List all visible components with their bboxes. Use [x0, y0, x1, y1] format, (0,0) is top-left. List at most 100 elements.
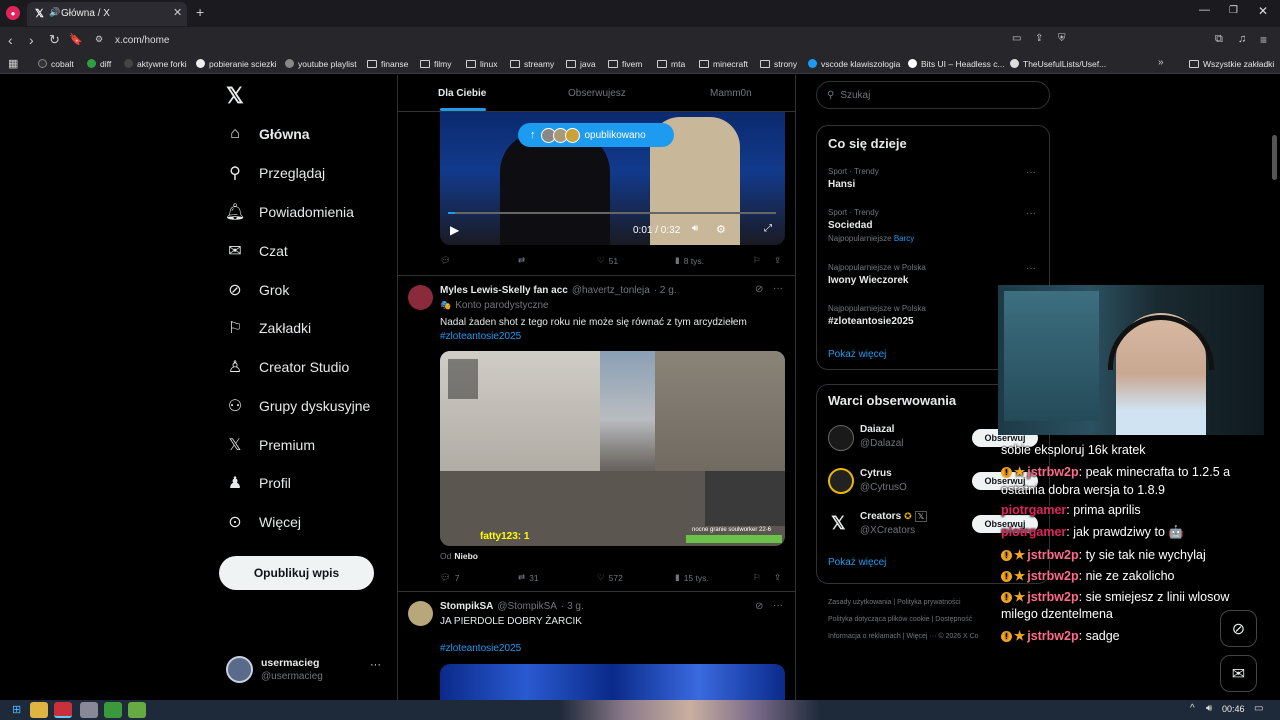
bookmark-page-icon[interactable]: 🔖 — [69, 33, 83, 46]
reload-icon[interactable]: ↻ — [49, 32, 60, 48]
bookmark-cobalt[interactable]: cobalt — [38, 56, 74, 71]
fullscreen-icon[interactable]: ⤢ — [764, 223, 772, 234]
nav-bookmarks[interactable]: ⚐ Zakładki — [225, 313, 311, 343]
bookmark-button[interactable]: ⚐ — [753, 572, 761, 583]
tweet-time[interactable]: · 3 g. — [561, 601, 584, 612]
more-icon[interactable]: ··· — [773, 600, 783, 611]
bookmark-folder-finanse[interactable]: finanse — [367, 56, 408, 71]
avatar[interactable] — [828, 425, 854, 451]
share-button[interactable]: ⇪ — [774, 572, 781, 583]
page-scrollbar[interactable] — [1272, 135, 1277, 180]
share-button[interactable]: ⇪ — [774, 255, 781, 266]
footer-link[interactable]: Polityka dotycząca plików cookie — [828, 616, 930, 623]
bookmark-folder-filmy[interactable]: filmy — [420, 56, 451, 71]
share-icon[interactable]: ⇪ — [1035, 33, 1043, 44]
bookmark-button[interactable]: ⚐ — [753, 255, 761, 266]
trend-sub-link[interactable]: Barcy — [894, 234, 914, 243]
bookmark-folder-minecraft[interactable]: minecraft — [699, 56, 748, 71]
show-more-link[interactable]: Pokaż więcej — [828, 349, 886, 360]
tweet-media[interactable] — [440, 664, 785, 700]
more-icon[interactable]: ··· — [773, 283, 783, 294]
author-handle[interactable]: @StompikSA — [497, 601, 557, 612]
grok-float-button[interactable]: ⊘ — [1220, 610, 1257, 647]
grok-icon[interactable]: ⊘ — [755, 284, 763, 295]
nav-premium[interactable]: 𝕏 Premium — [225, 430, 315, 460]
site-settings-icon[interactable]: ⚙ — [95, 34, 103, 45]
tab-close-icon[interactable]: ✕ — [173, 6, 182, 19]
footer-link[interactable]: Dostępność — [935, 616, 972, 623]
bookmark-diff[interactable]: diff — [87, 56, 111, 71]
footer-link[interactable]: Polityka prywatności — [897, 599, 960, 606]
like-button[interactable]: ♡ 51 — [597, 255, 618, 266]
author-handle[interactable]: @havertz_tonleja — [572, 285, 650, 296]
video-settings-icon[interactable]: ⚙ — [716, 223, 726, 236]
restore-icon[interactable]: ❐ — [1229, 5, 1238, 16]
account-more-icon[interactable]: ··· — [370, 659, 381, 671]
bookmark-folder-streamy[interactable]: streamy — [510, 56, 554, 71]
start-windows-icon[interactable]: ⊞ — [12, 703, 21, 716]
browser-logo-icon[interactable]: ● — [6, 6, 20, 20]
follow-name[interactable]: Creators — [860, 511, 901, 522]
source-link[interactable]: Niebo — [454, 551, 478, 561]
follow-name[interactable]: Daiazal — [860, 424, 894, 435]
footer-link[interactable]: Więcej ··· — [906, 633, 936, 640]
trend-more-icon[interactable]: ··· — [1026, 167, 1036, 178]
nav-grok[interactable]: ⊘ Grok — [225, 275, 289, 305]
bookmark-folder-fivem[interactable]: fivem — [608, 56, 642, 71]
bookmark-aktywne-forki[interactable]: aktywne forki — [124, 56, 187, 71]
hashtag-link[interactable]: #zloteantosie2025 — [440, 331, 521, 342]
show-more-link[interactable]: Pokaż więcej — [828, 557, 886, 568]
tab-for-you[interactable]: Dla Ciebie — [438, 88, 486, 99]
author-name[interactable]: StompikSA — [440, 601, 493, 612]
like-button[interactable]: ♡ 572 — [597, 572, 623, 583]
tweet-media[interactable]: nocne granie soulworker 22-6 fatty123: 1 — [440, 351, 785, 546]
bookmark-folder-strony[interactable]: strony — [760, 56, 797, 71]
bookmark-folder-linux[interactable]: linux — [466, 56, 497, 71]
nav-notifications[interactable]: 🔔︎ Powiadomienia — [225, 197, 354, 227]
bookmark-usefullists[interactable]: TheUsefulLists/Usef... — [1010, 56, 1106, 71]
avatar[interactable] — [828, 468, 854, 494]
nav-communities[interactable]: ⚇ Grupy dyskusyjne — [225, 391, 370, 421]
account-switcher[interactable]: usermacieg @usermacieg ··· — [226, 653, 386, 687]
tray-volume-icon[interactable]: 🔊︎ — [1206, 703, 1212, 714]
window-close-icon[interactable]: ✕ — [1258, 4, 1268, 18]
url-field[interactable]: x.com/home — [115, 35, 169, 46]
author-name[interactable]: Myles Lewis-Skelly fan acc — [440, 285, 568, 296]
forward-icon[interactable]: › — [29, 32, 34, 48]
tray-chevron-icon[interactable]: ^ — [1190, 703, 1195, 714]
messages-float-button[interactable]: ✉ — [1220, 655, 1257, 692]
tab-mammon[interactable]: Mamm0n — [710, 88, 752, 99]
tweet-time[interactable]: · 2 g. — [654, 285, 677, 296]
new-tab-icon[interactable]: + — [196, 4, 204, 20]
trend-more-icon[interactable]: ··· — [1026, 263, 1036, 274]
x-logo-icon[interactable]: 𝕏 — [226, 83, 244, 109]
x-creators-avatar-icon[interactable]: 𝕏 — [831, 513, 846, 534]
nav-home[interactable]: ⌂ Główna — [225, 119, 309, 149]
bookmark-folder-mta[interactable]: mta — [657, 56, 685, 71]
bookmark-all[interactable]: Wszystkie zakładki — [1189, 56, 1274, 71]
taskbar-app-5[interactable] — [128, 702, 146, 718]
footer-link[interactable]: Informacja o reklamach — [828, 633, 901, 640]
apps-grid-icon[interactable]: ▦ — [8, 57, 18, 70]
footer-link[interactable]: Zasady użytkowania — [828, 599, 891, 606]
reply-button[interactable]: 💬︎ — [440, 255, 451, 266]
avatar[interactable] — [408, 601, 433, 626]
nav-more[interactable]: ⊙ Więcej — [225, 507, 301, 537]
trend-item[interactable]: Sport · Trendy Hansi ··· — [828, 167, 1042, 190]
nav-chat[interactable]: ✉ Czat — [225, 236, 288, 266]
repost-button[interactable]: ⇄ 31 — [518, 572, 539, 583]
bookmark-pobieranie[interactable]: pobieranie sciezki — [196, 56, 277, 71]
trend-more-icon[interactable]: ··· — [1026, 208, 1036, 219]
shield-icon[interactable]: ⛨ — [1058, 33, 1066, 44]
video-progress[interactable] — [448, 212, 776, 214]
hashtag-link[interactable]: #zloteantosie2025 — [440, 643, 521, 654]
extension-icon[interactable]: ⧉ — [1215, 33, 1223, 46]
taskbar-time[interactable]: 00:46 — [1222, 704, 1245, 714]
repost-button[interactable]: ⇄ — [518, 255, 525, 266]
pip-icon[interactable]: ▭ — [1012, 33, 1021, 44]
search-input[interactable]: ⚲ Szukaj — [816, 81, 1050, 109]
bookmark-bits-ui[interactable]: Bits UI – Headless c... — [908, 56, 1005, 71]
taskbar-explorer[interactable] — [30, 702, 48, 718]
new-posts-pill[interactable]: ↑ opublikowano — [518, 123, 674, 147]
taskbar-browser[interactable] — [54, 702, 72, 718]
